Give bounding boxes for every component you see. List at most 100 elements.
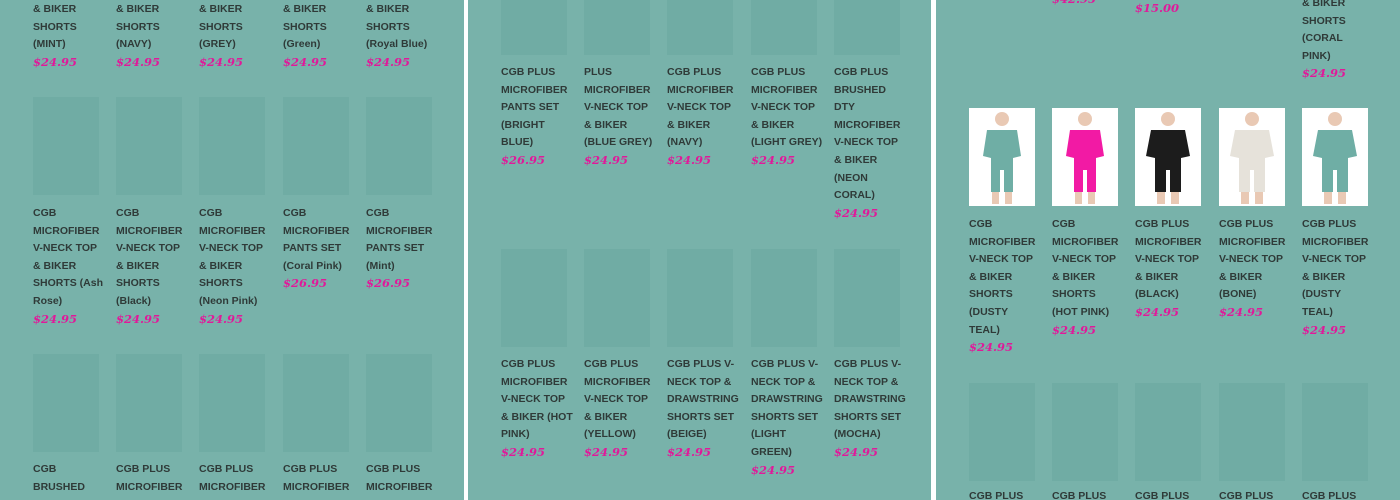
product-price: $24.95	[584, 152, 629, 167]
product-image-placeholder[interactable]	[1219, 383, 1285, 481]
product-title[interactable]: CGB BRUSHED	[33, 461, 105, 496]
product-image-placeholder[interactable]	[969, 383, 1035, 481]
product-title[interactable]: CGB PLUS MICROFIBER	[199, 461, 271, 496]
product-image-placeholder[interactable]	[667, 249, 733, 347]
product-price: $24.95	[501, 444, 546, 459]
product-price: $24.95	[116, 54, 161, 69]
product-title[interactable]: CGB PLUS MICROFIBER V-NECK TOP & BIKER (…	[1302, 216, 1374, 339]
product-title[interactable]: & BIKER SHORTS (NAVY) $24.95	[116, 1, 188, 71]
product-title[interactable]: & BIKER SHORTS (Green) $24.95	[283, 1, 355, 71]
product-image-placeholder[interactable]	[501, 0, 567, 55]
product-title[interactable]: CGB PLUS	[1052, 488, 1124, 500]
product-image-placeholder[interactable]	[283, 97, 349, 195]
product-image-placeholder[interactable]	[584, 0, 650, 55]
product-photo[interactable]	[1302, 108, 1368, 206]
product-image-placeholder[interactable]	[751, 0, 817, 55]
product-title[interactable]: CGB PLUS MICROFIBER V-NECK TOP & BIKER (…	[1135, 216, 1207, 322]
product-title[interactable]: CGB PLUS	[1135, 488, 1207, 500]
product-title[interactable]: CGB PLUS MICROFIBER V-NECK TOP & BIKER (…	[501, 356, 573, 462]
product-title[interactable]: CGB MICROFIBER PANTS SET (Coral Pink) $26…	[283, 205, 355, 293]
product-title[interactable]: CGB PLUS	[1219, 488, 1291, 500]
product-panel-middle: CGB PLUS MICROFIBER PANTS SET (BRIGHT BL…	[468, 0, 931, 500]
product-price: $15.00	[1135, 1, 1180, 15]
product-price: $24.95	[1302, 66, 1347, 81]
product-title[interactable]: CGB PLUS MICROFIBER	[366, 461, 438, 496]
product-image-placeholder[interactable]	[199, 97, 265, 195]
product-card[interactable]: $15.00	[1135, 0, 1201, 18]
model-figure-icon	[983, 112, 1021, 204]
product-image-placeholder[interactable]	[834, 249, 900, 347]
product-image-placeholder[interactable]	[33, 354, 99, 452]
product-price: $24.95	[751, 152, 796, 167]
product-card[interactable]: $42.95	[1052, 0, 1118, 9]
product-photo[interactable]	[1052, 108, 1118, 206]
product-title[interactable]: CGB PLUS V-NECK TOP & DRAWSTRING SHORTS …	[667, 356, 739, 462]
product-title[interactable]: & BIKER SHORTS (CORAL PINK) $24.95	[1302, 0, 1374, 83]
product-image-placeholder[interactable]	[33, 97, 99, 195]
product-title[interactable]: CGB PLUS MICROFIBER PANTS SET (BRIGHT BL…	[501, 64, 573, 170]
product-title[interactable]: CGB PLUS MICROFIBER V-NECK TOP & BIKER (…	[751, 64, 823, 170]
product-price: $24.95	[969, 340, 1014, 355]
product-title[interactable]: CGB PLUS MICROFIBER	[283, 461, 355, 496]
product-title[interactable]: CGB PLUS V-NECK TOP & DRAWSTRING SHORTS …	[751, 356, 823, 479]
product-image-placeholder[interactable]	[834, 0, 900, 55]
product-price: $24.95	[834, 205, 879, 220]
product-price: $24.95	[116, 311, 161, 326]
product-title[interactable]: CGB PLUS	[1302, 488, 1374, 500]
product-price: $24.95	[33, 311, 78, 326]
product-title[interactable]: CGB MICROFIBER V-NECK TOP & BIKER SHORTS…	[1052, 216, 1124, 339]
model-figure-icon	[1146, 112, 1190, 204]
product-image-placeholder[interactable]	[366, 354, 432, 452]
product-title[interactable]: & BIKER SHORTS (Royal Blue) $24.95	[366, 1, 438, 71]
product-price: $26.95	[283, 276, 328, 291]
product-price: $24.95	[667, 444, 712, 459]
product-image-placeholder[interactable]	[1052, 383, 1118, 481]
product-title[interactable]: CGB PLUS MICROFIBER V-NECK TOP & BIKER (…	[584, 356, 656, 462]
product-image-placeholder[interactable]	[501, 249, 567, 347]
product-title[interactable]: CGB MICROFIBER V-NECK TOP & BIKER SHORTS…	[199, 205, 271, 328]
product-price: $26.95	[501, 152, 546, 167]
product-title[interactable]: CGB MICROFIBER V-NECK TOP & BIKER SHORTS…	[33, 205, 105, 328]
product-title[interactable]: CGB PLUS BRUSHED DTY MICROFIBER V-NECK T…	[834, 64, 906, 222]
model-figure-icon	[1313, 112, 1357, 204]
model-figure-icon	[1230, 112, 1274, 204]
product-price: $24.95	[1219, 304, 1264, 319]
product-price: $24.95	[366, 54, 411, 69]
product-image-placeholder[interactable]	[116, 97, 182, 195]
product-photo[interactable]	[969, 108, 1035, 206]
product-title[interactable]: CGB PLUS	[969, 488, 1041, 500]
product-price: $24.95	[667, 152, 712, 167]
product-price: $24.95	[199, 311, 244, 326]
product-title[interactable]: & BIKER SHORTS (MINT) $24.95	[33, 1, 105, 71]
product-image-placeholder[interactable]	[116, 354, 182, 452]
product-title[interactable]: CGB PLUS MICROFIBER V-NECK TOP & BIKER (…	[1219, 216, 1291, 322]
product-panel-right: $42.95 $15.00 & BIKER SHORTS (CORAL PINK…	[936, 0, 1400, 500]
model-figure-icon	[1066, 112, 1104, 204]
product-title[interactable]: CGB MICROFIBER V-NECK TOP & BIKER SHORTS…	[116, 205, 188, 328]
product-photo[interactable]	[1135, 108, 1201, 206]
product-title[interactable]: PLUS MICROFIBER V-NECK TOP & BIKER (BLUE…	[584, 64, 656, 170]
product-image-placeholder[interactable]	[667, 0, 733, 55]
product-title[interactable]: CGB MICROFIBER V-NECK TOP & BIKER SHORTS…	[969, 216, 1041, 357]
product-price: $24.95	[1052, 322, 1097, 337]
product-title[interactable]: CGB PLUS MICROFIBER V-NECK TOP & BIKER (…	[667, 64, 739, 170]
product-price: $24.95	[584, 444, 629, 459]
product-title[interactable]: CGB PLUS V-NECK TOP & DRAWSTRING SHORTS …	[834, 356, 906, 462]
product-image-placeholder[interactable]	[283, 354, 349, 452]
product-image-placeholder[interactable]	[751, 249, 817, 347]
product-title[interactable]: & BIKER SHORTS (GREY) $24.95	[199, 1, 271, 71]
product-photo[interactable]	[1219, 108, 1285, 206]
product-image-placeholder[interactable]	[1135, 383, 1201, 481]
product-price: $24.95	[283, 54, 328, 69]
product-image-placeholder[interactable]	[584, 249, 650, 347]
product-price: $24.95	[1135, 304, 1180, 319]
product-image-placeholder[interactable]	[1302, 383, 1368, 481]
product-image-placeholder[interactable]	[366, 97, 432, 195]
product-price: $24.95	[199, 54, 244, 69]
product-price: $26.95	[366, 276, 411, 291]
product-price: $24.95	[834, 444, 879, 459]
product-price: $24.95	[1302, 322, 1347, 337]
product-title[interactable]: CGB PLUS MICROFIBER	[116, 461, 188, 496]
product-image-placeholder[interactable]	[199, 354, 265, 452]
product-title[interactable]: CGB MICROFIBER PANTS SET (Mint) $26.95	[366, 205, 438, 293]
